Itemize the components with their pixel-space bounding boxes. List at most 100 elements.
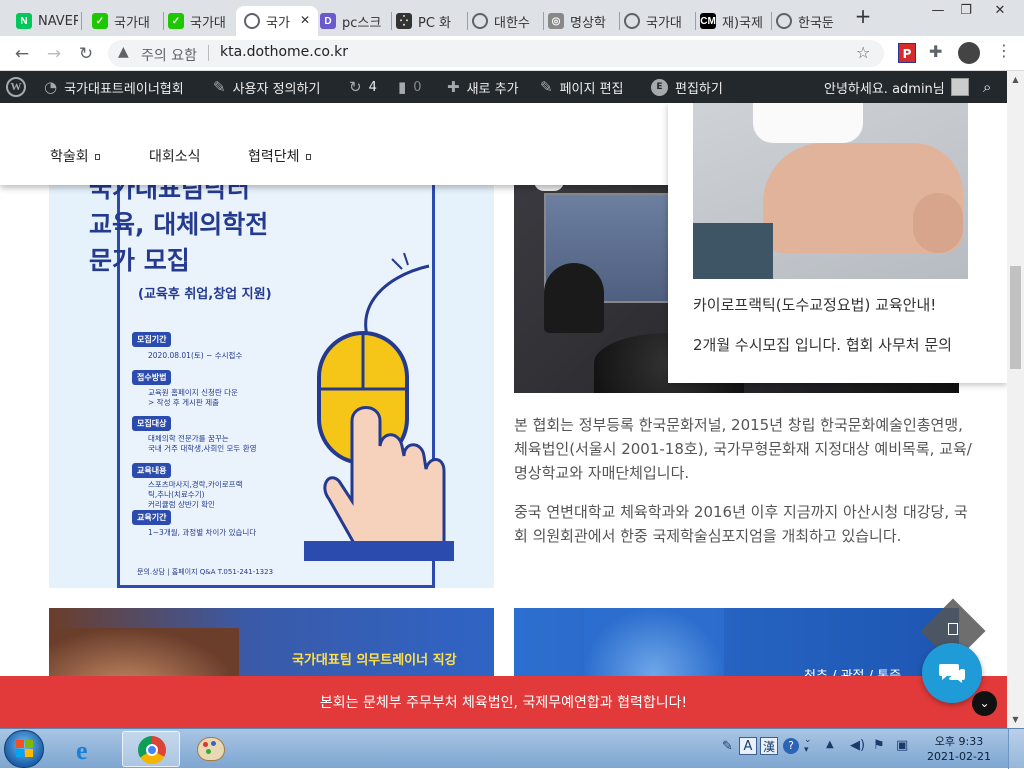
warning-icon: ▲ bbox=[118, 44, 129, 60]
browser-tab[interactable]: ✓ 국가대 bbox=[84, 6, 160, 36]
browser-tab[interactable]: Dpc스크 bbox=[312, 6, 388, 36]
tab-favicon-icon: ✓ bbox=[168, 13, 184, 29]
ime-mode-button[interactable]: A bbox=[739, 737, 757, 755]
browser-tab[interactable]: ⁛ PC 화 bbox=[388, 6, 464, 36]
update-icon: ↻ bbox=[349, 78, 362, 96]
flag-icon[interactable]: ⚑ bbox=[873, 738, 885, 753]
collapse-notice-button[interactable]: ⌄ bbox=[972, 691, 997, 716]
browser-tab[interactable]: N NAVER bbox=[8, 6, 78, 36]
card-title: 카이로프랙틱(도수교정요법) 교육안내! bbox=[693, 296, 937, 314]
chat-button[interactable] bbox=[922, 643, 982, 703]
search-icon[interactable]: ⌕ bbox=[983, 71, 991, 103]
extensions-puzzle-icon[interactable]: ✚ bbox=[929, 42, 942, 61]
reload-button[interactable]: ↻ bbox=[74, 42, 98, 66]
browser-tab[interactable]: 대한수 bbox=[464, 6, 540, 36]
poster-headline-2: 교육, 대체의학전 bbox=[89, 210, 269, 239]
tab-favicon-icon bbox=[624, 13, 640, 29]
restore-button[interactable]: ❐ bbox=[952, 0, 980, 20]
volume-icon[interactable]: ◀) bbox=[850, 738, 865, 753]
new-label: 새로 추가 bbox=[466, 81, 519, 97]
close-tab-icon[interactable]: ✕ bbox=[300, 13, 310, 27]
scrollbar-thumb[interactable] bbox=[1010, 266, 1021, 369]
recruitment-poster[interactable]: 국가대표팀닥터 교육, 대체의학전 문가 모집 (교육후 취업,창업 지원) 모… bbox=[49, 183, 494, 588]
tab-title: NAVER bbox=[38, 13, 78, 29]
elementor-icon: E bbox=[651, 78, 668, 96]
menu-item-label: 학술회 bbox=[50, 149, 89, 165]
clock-time: 오후 9:33 bbox=[934, 735, 984, 748]
poster-section-label: 교육기간 bbox=[132, 510, 172, 525]
tab-favicon-icon: ⁛ bbox=[396, 13, 412, 29]
network-icon[interactable]: ▣ bbox=[896, 738, 908, 753]
tab-title: 명상학 bbox=[570, 15, 606, 31]
menu-item-news[interactable]: 대회소식 bbox=[149, 146, 201, 166]
tab-favicon-icon bbox=[776, 13, 792, 29]
wordpress-logo[interactable]: W bbox=[6, 71, 26, 103]
menu-dots-icon[interactable]: ⋮ bbox=[996, 41, 1012, 60]
profile-avatar[interactable] bbox=[958, 42, 980, 64]
greeting-label: 안녕하세요. admin님 bbox=[824, 81, 945, 97]
browser-tab[interactable]: ◎ 명상학 bbox=[540, 6, 616, 36]
page-scrollbar[interactable]: ▲ ▼ bbox=[1007, 71, 1024, 728]
scroll-up-arrow-icon[interactable]: ▲ bbox=[1007, 71, 1024, 88]
close-window-button[interactable]: ✕ bbox=[980, 0, 1020, 20]
poster-headline-1: 국가대표팀닥터 bbox=[89, 183, 251, 203]
tab-title: PC 화 bbox=[418, 15, 452, 31]
intro-paragraph: 본 협회는 정부등록 한국문화저널, 2015년 창립 한국문화예술인총연맹, … bbox=[514, 416, 972, 482]
poster-section-text: 교육원 홈페이지 신청란 다운 bbox=[148, 388, 238, 397]
site-name-link[interactable]: ◔ 국가대표트레이너협회 bbox=[44, 71, 184, 103]
language-bar-icon[interactable]: ✎ bbox=[722, 739, 733, 754]
submenu-indicator-icon bbox=[94, 154, 100, 160]
security-label[interactable]: 주의 요함 bbox=[141, 45, 197, 65]
forward-button[interactable]: → bbox=[42, 42, 66, 66]
tab-title: 대한수 bbox=[494, 15, 530, 31]
back-button[interactable]: ← bbox=[10, 42, 34, 66]
browser-tab[interactable]: CM 재)국제 bbox=[692, 6, 768, 36]
paint-icon[interactable] bbox=[190, 733, 232, 765]
account-link[interactable]: 안녕하세요. admin님 bbox=[824, 71, 969, 103]
notice-bar: 본회는 문체부 주무부처 체육법인, 국제무예연합과 협력합니다! ⌄ bbox=[0, 676, 1007, 728]
chiropractic-info-card[interactable]: 카이로프랙틱(도수교정요법) 교육안내! 2개월 수시모집 입니다. 협회 사무… bbox=[668, 103, 1007, 383]
poster-headline-3: 문가 모집 bbox=[89, 246, 190, 275]
tray-expand-icon[interactable]: ▲ bbox=[826, 739, 834, 750]
address-bar[interactable]: ▲ 주의 요함 kta.dothome.co.kr ☆ bbox=[108, 40, 884, 67]
hanja-button[interactable]: 漢 bbox=[760, 737, 778, 755]
tab-favicon-icon: ◎ bbox=[548, 13, 564, 29]
menu-item-conference[interactable]: 학술회 bbox=[50, 146, 100, 166]
edit-page-link[interactable]: ✎ 페이지 편집 bbox=[540, 71, 624, 103]
menu-item-partners[interactable]: 협력단체 bbox=[248, 146, 311, 166]
elementor-edit-link[interactable]: E 편집하기 bbox=[651, 71, 723, 103]
chrome-taskbar-button[interactable] bbox=[122, 731, 180, 767]
poster-subheadline: (교육후 취업,창업 지원) bbox=[138, 287, 272, 302]
browser-tab[interactable]: 국가대 bbox=[616, 6, 692, 36]
star-icon[interactable]: ☆ bbox=[856, 43, 870, 62]
updates-link[interactable]: ↻ 4 bbox=[349, 71, 377, 103]
comments-link[interactable]: ▮ 0 bbox=[398, 71, 422, 103]
internet-explorer-icon[interactable]: e bbox=[68, 733, 108, 765]
scroll-down-arrow-icon[interactable]: ▼ bbox=[1007, 711, 1024, 728]
browser-tab[interactable]: ✓ 국가대 bbox=[160, 6, 236, 36]
notice-text: 본회는 문체부 주무부처 체육법인, 국제무예연합과 협력합니다! bbox=[319, 695, 688, 711]
browser-tab[interactable]: 한국둔 bbox=[768, 6, 844, 36]
new-content-link[interactable]: ✚ 새로 추가 bbox=[447, 71, 519, 103]
extension-red-icon[interactable]: P bbox=[898, 43, 916, 63]
poster-section-text: 스포츠마사지,경락,카이로프랙 bbox=[148, 480, 243, 489]
show-desktop-button[interactable] bbox=[1008, 729, 1024, 769]
tab-title: 한국둔 bbox=[798, 15, 834, 31]
new-tab-button[interactable]: + bbox=[853, 6, 873, 26]
url-text[interactable]: kta.dothome.co.kr bbox=[220, 44, 348, 60]
main-menu-dropdown: 학술회 대회소식 협력단체 bbox=[0, 103, 668, 185]
browser-tab[interactable]: 국가 ✕ bbox=[236, 6, 318, 36]
poster-section-text: 커리큘럼 상반기 확인 bbox=[148, 500, 215, 509]
comment-icon: ▮ bbox=[398, 78, 407, 96]
help-icon[interactable]: ? bbox=[783, 738, 799, 754]
chiropractic-photo bbox=[693, 103, 968, 279]
start-button[interactable] bbox=[4, 730, 44, 768]
tab-separator bbox=[81, 12, 82, 30]
presenter-figure bbox=[544, 263, 604, 333]
minimize-button[interactable]: — bbox=[924, 0, 952, 20]
page-content: 학술회 대회소식 협력단체 국가대표팀닥터 교육, 대체의학전 문가 모집 (교… bbox=[0, 103, 1007, 728]
clock[interactable]: 오후 9:33 2021-02-21 bbox=[926, 734, 992, 764]
language-options-icon[interactable]: ⌄ ▾ bbox=[804, 735, 812, 755]
customize-link[interactable]: ✎ 사용자 정의하기 bbox=[213, 71, 320, 103]
mouse-hand-illustration bbox=[304, 252, 454, 561]
